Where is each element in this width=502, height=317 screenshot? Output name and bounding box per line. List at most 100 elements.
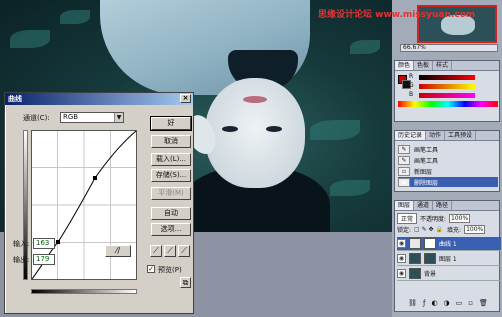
blend-mode-select[interactable]: 正常 (397, 212, 418, 224)
preview-checkbox[interactable]: ✓ (147, 265, 155, 273)
layer-row[interactable]: ◉ 背景 (397, 267, 501, 281)
input-label: 输入: (13, 240, 30, 248)
color-slider-b[interactable]: B (409, 91, 479, 99)
photo-foliage (10, 30, 50, 48)
adjustment-layer-icon[interactable]: ◑ (444, 299, 450, 309)
chevron-down-icon: ▼ (114, 113, 123, 122)
fill-label: 填充: (447, 226, 462, 234)
tab-color[interactable]: 颜色 (395, 61, 415, 70)
history-item-label: 删除图层 (414, 179, 439, 187)
layers-panel: 图层 通道 路径 正常 不透明度: 100% 锁定: ▢ ✎ ✥ 🔒 填充: 1… (394, 200, 501, 312)
output-label: 输出: (13, 256, 30, 264)
brush-icon: ✎ (398, 155, 410, 165)
opacity-label: 不透明度: (420, 215, 447, 223)
navigator-zoom-slider[interactable]: 66.67% (400, 44, 498, 52)
tab-actions[interactable]: 动作 (426, 131, 446, 140)
visibility-eye-icon[interactable]: ◉ (397, 269, 406, 278)
expand-dialog-icon[interactable]: ⧉ (180, 277, 191, 288)
layers-footer-toolbar: ⛓ ƒ ◐ ◑ ▭ ▫ 🗑 (397, 299, 499, 309)
visibility-eye-icon[interactable]: ◉ (397, 254, 406, 263)
color-slider-r[interactable]: R (409, 73, 479, 81)
fill-field[interactable]: 100% (464, 224, 486, 234)
channel-label: 通道(C): (23, 114, 50, 122)
layers-options-row: 正常 不透明度: 100% (397, 212, 499, 224)
close-icon[interactable]: × (180, 94, 191, 103)
photo-eye (222, 126, 238, 132)
curve-point (56, 240, 60, 244)
gray-eyedropper-icon[interactable]: ⟋ (164, 245, 176, 257)
photo-foliage (310, 120, 360, 140)
output-value-field[interactable]: 179 (33, 254, 55, 265)
tab-paths[interactable]: 路径 (433, 201, 453, 210)
color-slider-g-label: G (409, 82, 414, 89)
color-spectrum-bar[interactable] (398, 101, 498, 107)
preview-label: 预览(P) (158, 266, 182, 274)
layer-name[interactable]: 图层 1 (439, 254, 457, 263)
history-item[interactable]: ✎ 画笔工具 (398, 155, 498, 165)
photo-foliage (60, 10, 90, 24)
layer-thumbnail (409, 253, 421, 264)
photo-face (205, 78, 305, 188)
history-item-label: 新图层 (414, 168, 433, 176)
link-icon[interactable]: ⛓ (408, 299, 417, 309)
lock-label: 锁定: (397, 226, 412, 234)
color-slider-r-bar[interactable] (419, 75, 475, 80)
color-panel-tabs: 颜色 色板 样式 (395, 61, 499, 71)
color-slider-b-label: B (409, 91, 414, 98)
visibility-eye-icon[interactable]: ◉ (397, 239, 406, 248)
ok-button[interactable]: 好 (150, 116, 192, 131)
history-item[interactable]: ✎ 画笔工具 (398, 144, 498, 154)
watermark-text: 思缘设计论坛 www.missyuan.com (318, 10, 476, 20)
white-eyedropper-icon[interactable]: ⟋ (178, 245, 190, 257)
layer-name[interactable]: 背景 (424, 269, 436, 278)
new-group-icon[interactable]: ▭ (456, 299, 463, 309)
layer-name[interactable]: 曲线 1 (439, 239, 457, 248)
layer-mask-thumbnail[interactable] (424, 238, 436, 249)
input-value-field[interactable]: 163 (33, 238, 55, 249)
color-slider-b-bar[interactable] (419, 93, 475, 98)
color-slider-g-bar[interactable] (419, 84, 475, 89)
new-layer-icon: ▫ (398, 166, 410, 176)
save-button[interactable]: 存储(S)... (151, 169, 191, 182)
layer-row-selected[interactable]: ◉ 曲线 1 (397, 237, 501, 251)
channel-select[interactable]: RGB ▼ (60, 112, 124, 123)
navigator-zoom-value: 66.67% (403, 44, 426, 51)
layer-row[interactable]: ◉ 图层 1 (397, 252, 501, 266)
lock-icons[interactable]: ▢ ✎ ✥ 🔒 (414, 226, 444, 233)
black-eyedropper-icon[interactable]: ⟋ (150, 245, 162, 257)
fx-icon[interactable]: ƒ (423, 299, 425, 309)
curves-dialog: 曲线 × 通道(C): RGB ▼ 好 取消 载入(L)... 存储(S)...… (4, 92, 194, 314)
new-layer-icon[interactable]: ▫ (468, 299, 473, 309)
history-item-selected[interactable]: ▪ 删除图层 (398, 177, 498, 187)
curves-adjustment-icon (409, 238, 421, 249)
dialog-titlebar[interactable]: 曲线 × (5, 93, 193, 105)
history-panel-tabs: 历史记录 动作 工具预设 (395, 131, 499, 141)
input-gradient-bar (31, 289, 137, 294)
curve-point (93, 176, 97, 180)
history-panel: 历史记录 动作 工具预设 ✎ 画笔工具 ✎ 画笔工具 ▫ 新图层 ▪ 删除图层 (394, 130, 500, 192)
trash-icon[interactable]: 🗑 (479, 299, 488, 309)
cancel-button[interactable]: 取消 (151, 135, 191, 148)
tab-tool-presets[interactable]: 工具预设 (445, 131, 477, 140)
photo-lips (243, 96, 267, 103)
tab-swatches[interactable]: 色板 (414, 61, 434, 70)
tab-history[interactable]: 历史记录 (395, 131, 427, 140)
photo-eye (266, 126, 282, 132)
layer-mask-thumbnail[interactable] (424, 253, 436, 264)
curve-point-tool-icon[interactable]: ⁄∕ (105, 245, 131, 257)
history-item[interactable]: ▫ 新图层 (398, 166, 498, 176)
color-panel: 颜色 色板 样式 R G B (394, 60, 500, 122)
tab-layers[interactable]: 图层 (395, 201, 415, 210)
channel-select-value: RGB (63, 113, 79, 121)
tab-styles[interactable]: 样式 (433, 61, 453, 70)
layers-lock-row: 锁定: ▢ ✎ ✥ 🔒 填充: 100% (397, 224, 499, 234)
mask-icon[interactable]: ◐ (431, 299, 437, 309)
opacity-field[interactable]: 100% (449, 213, 471, 223)
load-button[interactable]: 载入(L)... (151, 153, 191, 166)
auto-button[interactable]: 自动 (151, 207, 191, 220)
options-button[interactable]: 选项... (151, 223, 191, 236)
brush-icon: ✎ (398, 144, 410, 154)
smooth-button[interactable]: 平滑(M) (151, 187, 191, 200)
tab-channels[interactable]: 通道 (414, 201, 434, 210)
color-slider-g[interactable]: G (409, 82, 479, 90)
